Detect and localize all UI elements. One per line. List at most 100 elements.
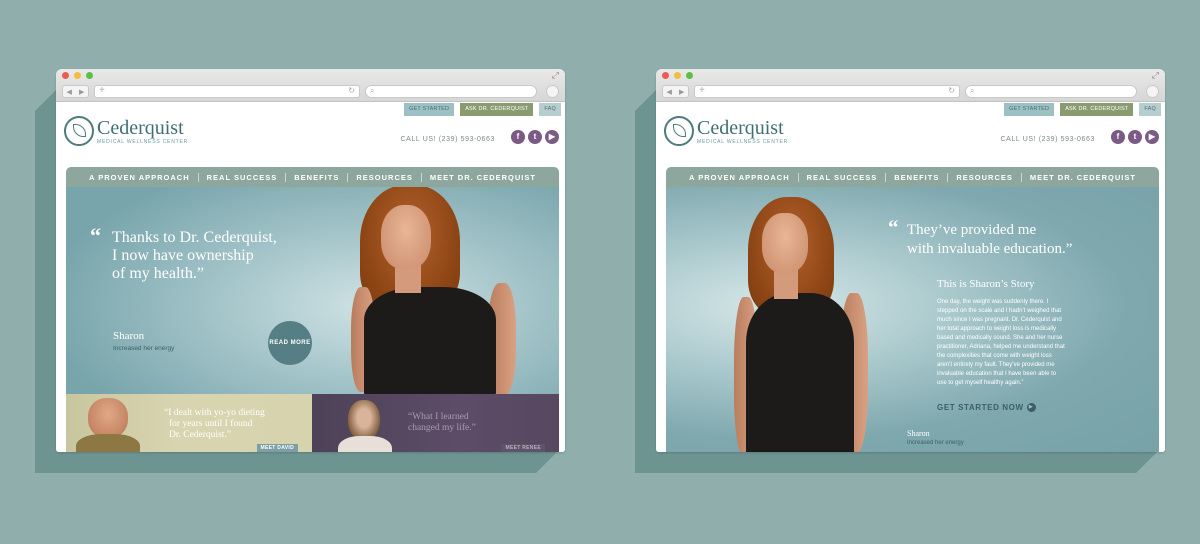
person-caption: Increased her energy (113, 345, 175, 352)
minimize-window-button[interactable] (74, 72, 81, 79)
story-line: invaluable education that I have been ab… (937, 371, 1057, 377)
minimize-window-button[interactable] (674, 72, 681, 79)
sharon-photo (346, 187, 536, 397)
browser-menu-button[interactable] (1146, 85, 1159, 98)
testimonial-tile-renee[interactable]: “What I learned changed my life.” MEET R… (312, 394, 559, 452)
website: GET STARTED ASK DR. CEDERQUIST FAQ Ceder… (56, 102, 565, 452)
close-window-button[interactable] (662, 72, 669, 79)
story-quote-line-2: with invaluable education.” (907, 241, 1073, 257)
search-icon: ⌕ (370, 86, 375, 95)
phone-number[interactable]: CALL US! (239) 593-0663 (401, 136, 495, 143)
back-arrow-icon[interactable]: ◀ (67, 88, 72, 96)
new-tab-icon[interactable]: + (699, 85, 705, 96)
forward-arrow-icon[interactable]: ▶ (679, 88, 684, 96)
address-bar[interactable]: + ↻ (694, 85, 960, 98)
nav-real-success[interactable]: REAL SUCCESS (207, 173, 278, 182)
renee-quote-line-2: changed my life.” (408, 423, 476, 433)
get-started-button[interactable]: GET STARTED (404, 103, 455, 116)
close-window-button[interactable] (62, 72, 69, 79)
get-started-now-label: GET STARTED NOW (937, 403, 1024, 412)
fullscreen-icon[interactable]: ⤢ (1152, 71, 1159, 80)
story-line: based and medically sound. She and her n… (937, 335, 1063, 341)
youtube-icon[interactable]: ▶ (545, 130, 559, 144)
hero-quote-line-1: Thanks to Dr. Cederquist, (112, 229, 277, 246)
facebook-icon[interactable]: f (1111, 130, 1125, 144)
social-links: f t ▶ (1111, 130, 1159, 144)
nav-real-success[interactable]: REAL SUCCESS (807, 173, 878, 182)
testimonial-tile-david[interactable]: “I dealt with yo-yo dieting for years un… (66, 394, 312, 452)
twitter-icon[interactable]: t (1128, 130, 1142, 144)
reload-icon[interactable]: ↻ (348, 86, 355, 95)
window-controls (62, 72, 93, 79)
story-quote: “ They’ve provided me with invaluable ed… (888, 215, 1073, 259)
quote-mark: “ (90, 223, 101, 248)
hero-banner: “ Thanks to Dr. Cederquist, I now have o… (66, 187, 559, 452)
browser-search-field[interactable]: ⌕ (365, 85, 537, 98)
hero-quote: “ Thanks to Dr. Cederquist, I now have o… (90, 223, 277, 283)
leaf-logo-icon (64, 116, 94, 146)
window-controls (662, 72, 693, 79)
play-circle-icon: ▶ (1026, 403, 1036, 412)
leaf-logo-icon (664, 116, 694, 146)
phone-number[interactable]: CALL US! (239) 593-0663 (1001, 136, 1095, 143)
nav-resources[interactable]: RESOURCES (356, 173, 413, 182)
youtube-icon[interactable]: ▶ (1145, 130, 1159, 144)
nav-resources[interactable]: RESOURCES (956, 173, 1013, 182)
nav-benefits[interactable]: BENEFITS (894, 173, 939, 182)
back-arrow-icon[interactable]: ◀ (667, 88, 672, 96)
get-started-now-link[interactable]: GET STARTED NOW ▶ (937, 403, 1036, 412)
facebook-icon[interactable]: f (511, 130, 525, 144)
website: GET STARTED ASK DR. CEDERQUIST FAQ Ceder… (656, 102, 1165, 452)
main-navigation: A PROVEN APPROACH REAL SUCCESS BENEFITS … (666, 167, 1159, 187)
browser-menu-button[interactable] (546, 85, 559, 98)
quote-mark: “ (888, 215, 899, 239)
get-started-button[interactable]: GET STARTED (1004, 103, 1055, 116)
ask-doctor-button[interactable]: ASK DR. CEDERQUIST (1060, 103, 1134, 116)
story-line: much since I was pregnant. Dr. Cederquis… (937, 317, 1062, 323)
story-line: the complexities that come with weight l… (937, 353, 1052, 359)
site-logo[interactable]: Cederquist MEDICAL WELLNESS CENTER (664, 116, 788, 146)
main-navigation: A PROVEN APPROACH REAL SUCCESS BENEFITS … (66, 167, 559, 187)
nav-meet-doctor[interactable]: MEET DR. CEDERQUIST (430, 173, 536, 182)
fullscreen-icon[interactable]: ⤢ (552, 71, 559, 80)
story-line: aren’t entirely my fault. They’ve provid… (937, 362, 1055, 368)
address-bar[interactable]: + ↻ (94, 85, 360, 98)
logo-name: Cederquist (97, 116, 184, 139)
david-quote-line-2: for years until I found (169, 419, 253, 429)
nav-proven-approach[interactable]: A PROVEN APPROACH (689, 173, 790, 182)
social-links: f t ▶ (511, 130, 559, 144)
renee-quote-line-1: “What I learned (408, 412, 469, 422)
back-forward-buttons: ◀ ▶ (662, 85, 689, 98)
zoom-window-button[interactable] (686, 72, 693, 79)
faq-button[interactable]: FAQ (539, 103, 561, 116)
logo-subtitle: MEDICAL WELLNESS CENTER (697, 138, 789, 145)
forward-arrow-icon[interactable]: ▶ (79, 88, 84, 96)
nav-meet-doctor[interactable]: MEET DR. CEDERQUIST (1030, 173, 1136, 182)
story-body: One day, the weight was suddenly there. … (937, 298, 1065, 388)
story-quote-line-1: They’ve provided me (907, 222, 1037, 238)
nav-proven-approach[interactable]: A PROVEN APPROACH (89, 173, 190, 182)
site-logo[interactable]: Cederquist MEDICAL WELLNESS CENTER (64, 116, 188, 146)
person-name: Sharon (907, 429, 930, 438)
meet-renee-button[interactable]: MEET RENEE (501, 444, 545, 452)
new-tab-icon[interactable]: + (99, 85, 105, 96)
twitter-icon[interactable]: t (528, 130, 542, 144)
hero-quote-line-3: of my health.” (112, 265, 204, 282)
story-line: her total approach to weight loss is med… (937, 326, 1057, 332)
reload-icon[interactable]: ↻ (948, 86, 955, 95)
nav-benefits[interactable]: BENEFITS (294, 173, 339, 182)
browser-search-field[interactable]: ⌕ (965, 85, 1137, 98)
left-browser-window: ⤢ ◀ ▶ + ↻ ⌕ GET STARTED ASK DR. CEDERQUI… (56, 69, 565, 452)
meet-david-button[interactable]: MEET DAVID (256, 444, 298, 452)
story-title: This is Sharon’s Story (937, 278, 1035, 290)
read-more-button[interactable]: READ MORE (268, 321, 312, 365)
story-line: use to get myself healthy again.” (937, 380, 1024, 386)
back-forward-buttons: ◀ ▶ (62, 85, 89, 98)
story-banner: “ They’ve provided me with invaluable ed… (666, 187, 1159, 452)
zoom-window-button[interactable] (86, 72, 93, 79)
ask-doctor-button[interactable]: ASK DR. CEDERQUIST (460, 103, 534, 116)
person-name: Sharon (113, 330, 145, 342)
faq-button[interactable]: FAQ (1139, 103, 1161, 116)
browser-toolbar: ⤢ ◀ ▶ + ↻ ⌕ (56, 69, 565, 102)
david-quote-line-1: “I dealt with yo-yo dieting (164, 408, 265, 418)
